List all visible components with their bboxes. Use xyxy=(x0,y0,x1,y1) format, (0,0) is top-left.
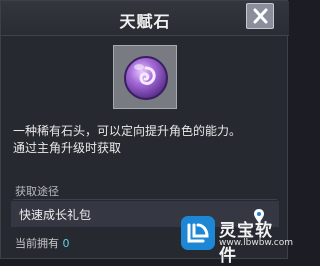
talent-stone-icon xyxy=(124,56,168,100)
owned-count: 0 xyxy=(62,237,70,250)
item-description: 一种稀有石头，可以定向提升角色的能力。 通过主角升级时获取 xyxy=(13,123,281,157)
watermark: 灵宝软件 www.lbwbw.com xyxy=(177,206,293,266)
owned-count-row: 当前拥有 0 xyxy=(15,235,70,251)
close-x-icon xyxy=(253,8,268,24)
owned-label: 当前拥有 xyxy=(15,237,59,250)
watermark-logo-icon xyxy=(181,216,215,250)
title-bar: 天赋石 xyxy=(1,1,289,36)
item-icon-frame xyxy=(113,45,177,109)
watermark-url: www.lbwbw.com xyxy=(219,238,294,248)
acquisition-source-text: 快速成长礼包 xyxy=(19,208,92,222)
close-button[interactable] xyxy=(246,3,274,29)
description-line: 通过主角升级时获取 xyxy=(13,141,122,155)
item-info-dialog: 天赋石 一种稀有石头，可以定向提升角色的能力。 通过主角升级时获取 获取途径 快… xyxy=(0,0,293,266)
divider xyxy=(13,199,277,200)
description-line: 一种稀有石头，可以定向提升角色的能力。 xyxy=(13,124,242,138)
acquisition-label: 获取途径 xyxy=(15,185,59,198)
